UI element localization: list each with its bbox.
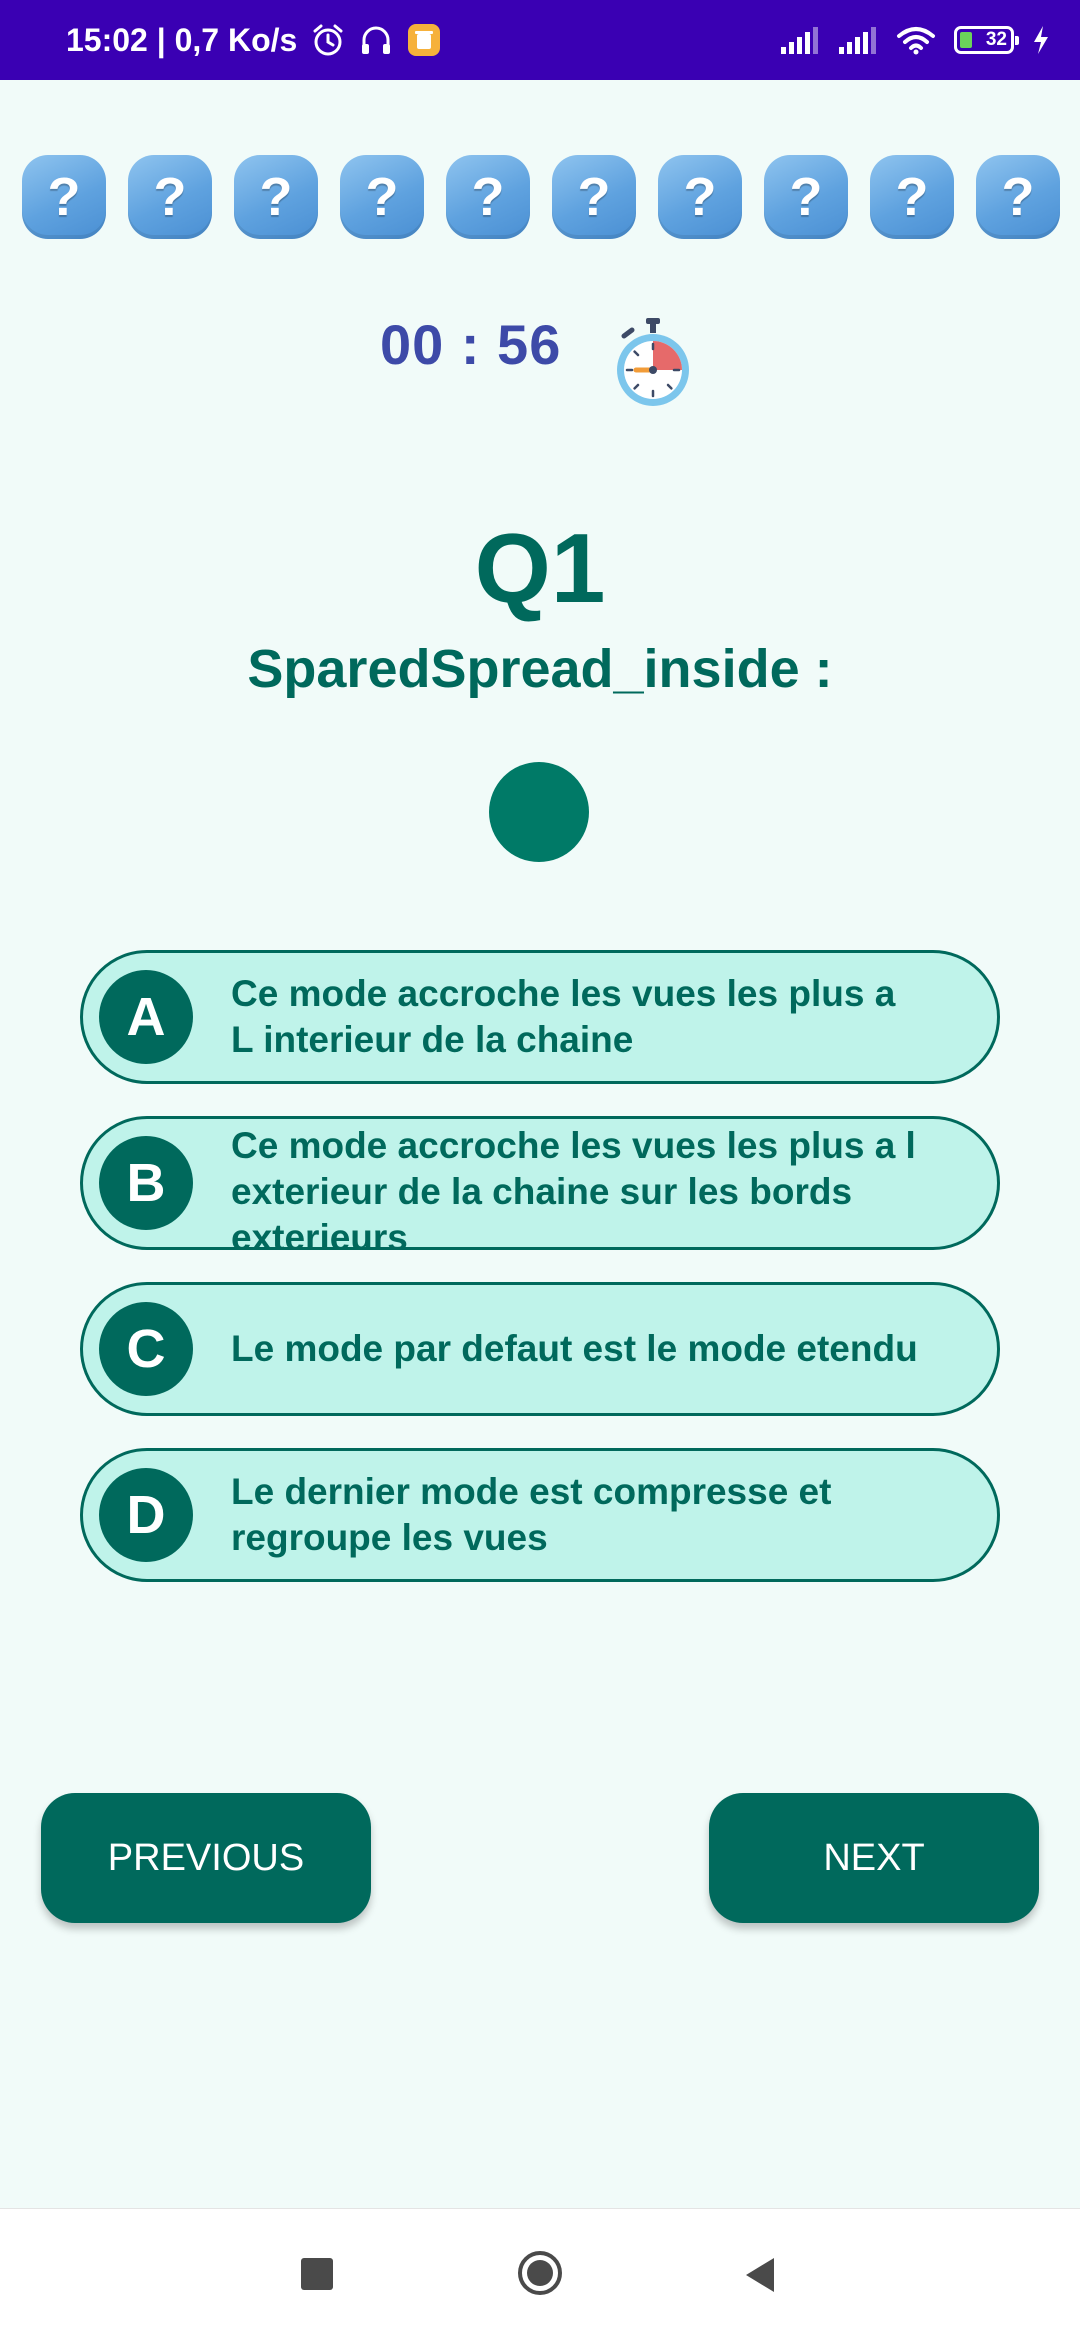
system-nav-bar: [0, 2208, 1080, 2341]
question-tile-9[interactable]: ?: [870, 155, 954, 239]
signal-icon: [838, 25, 878, 55]
option-text-d: Le dernier mode est compresse et regroup…: [231, 1471, 832, 1558]
option-text-b: Ce mode accroche les vues les plus a l e…: [231, 1125, 916, 1247]
question-tile-8[interactable]: ?: [764, 155, 848, 239]
battery-level: 32: [985, 29, 1007, 50]
question-tile-10[interactable]: ?: [976, 155, 1060, 239]
home-icon[interactable]: [516, 2249, 564, 2297]
option-letter-a: A: [99, 970, 193, 1064]
question-tile-4[interactable]: ?: [340, 155, 424, 239]
question-tile-6[interactable]: ?: [552, 155, 636, 239]
headphones-icon: [359, 23, 393, 57]
option-b[interactable]: B Ce mode accroche les vues les plus a l…: [80, 1116, 1000, 1250]
question-tile-3[interactable]: ?: [234, 155, 318, 239]
status-bar: 15:02 | 0,7 Ko/s 32: [0, 0, 1080, 80]
charging-icon: [1032, 25, 1050, 55]
status-time-speed: 15:02 | 0,7 Ko/s: [66, 21, 298, 58]
previous-button[interactable]: PREVIOUS: [41, 1793, 371, 1923]
stopwatch-icon: [612, 314, 694, 410]
option-d[interactable]: D Le dernier mode est compresse et regro…: [80, 1448, 1000, 1582]
question-tile-5[interactable]: ?: [446, 155, 530, 239]
status-right: 32: [780, 0, 1050, 80]
question-indicator-dot: [489, 762, 589, 862]
question-number: Q1: [474, 513, 606, 623]
next-button[interactable]: NEXT: [709, 1793, 1039, 1923]
notification-app-icon: [407, 23, 441, 57]
option-text-c: Le mode par defaut est le mode etendu: [231, 1328, 918, 1369]
question-tile-7[interactable]: ?: [658, 155, 742, 239]
question-progress: ? ? ? ? ? ? ? ? ? ?: [22, 155, 1062, 239]
timer-countdown: 00 : 56: [380, 313, 562, 376]
question-tile-2[interactable]: ?: [128, 155, 212, 239]
signal-icon: [780, 25, 820, 55]
option-letter-c: C: [99, 1302, 193, 1396]
battery-icon: 32: [954, 26, 1019, 54]
alarm-icon: [311, 23, 345, 57]
wifi-icon: [896, 25, 936, 55]
recent-apps-icon[interactable]: [301, 2258, 333, 2290]
option-c[interactable]: C Le mode par defaut est le mode etendu: [80, 1282, 1000, 1416]
question-text: SparedSpread_inside :: [247, 639, 833, 699]
option-letter-b: B: [99, 1136, 193, 1230]
option-letter-d: D: [99, 1468, 193, 1562]
back-icon[interactable]: [742, 2255, 778, 2295]
question-tile-1[interactable]: ?: [22, 155, 106, 239]
status-left: 15:02 | 0,7 Ko/s: [66, 0, 441, 80]
option-a[interactable]: A Ce mode accroche les vues les plus a L…: [80, 950, 1000, 1084]
option-text-a: Ce mode accroche les vues les plus a L i…: [231, 973, 896, 1060]
